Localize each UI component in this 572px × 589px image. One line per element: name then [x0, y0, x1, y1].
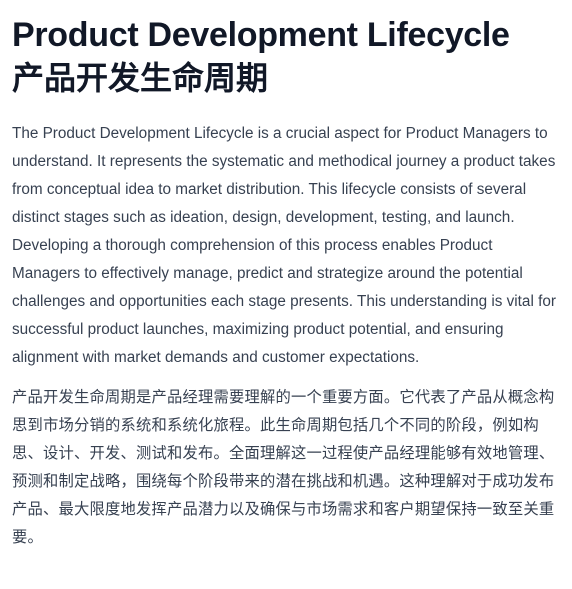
body-paragraph-chinese: 产品开发生命周期是产品经理需要理解的一个重要方面。它代表了产品从概念构思到市场分… [12, 388, 555, 546]
body-paragraph-english: The Product Development Lifecycle is a c… [12, 125, 556, 366]
page-title-chinese: 产品开发生命周期 [12, 59, 269, 97]
document: Product Development Lifecycle 产品开发生命周期 T… [12, 0, 564, 551]
page-title: Product Development Lifecycle [12, 16, 510, 54]
